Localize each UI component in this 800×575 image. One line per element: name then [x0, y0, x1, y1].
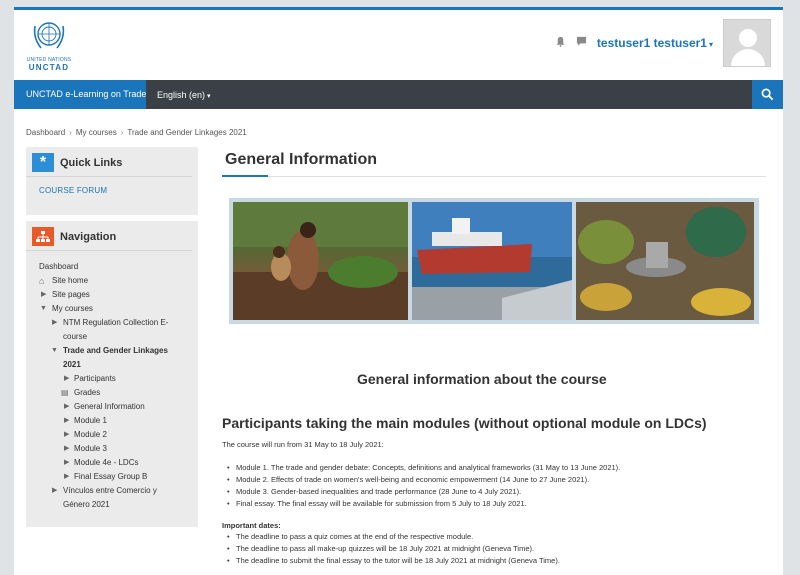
navigation-title: Navigation	[60, 230, 117, 243]
un-emblem-icon	[33, 22, 65, 49]
triangle-right-icon: ▶	[64, 375, 70, 382]
list-item: Module 3. Gender-based inequalities and …	[227, 486, 620, 498]
banner-photo-farmer	[233, 202, 408, 320]
nav-item-current-course-line2[interactable]: 2021	[26, 358, 198, 372]
avatar[interactable]	[723, 19, 771, 67]
list-item: The deadline to pass all make-up quizzes…	[227, 543, 560, 555]
nav-item-vinculos-course[interactable]: ▶ Vínculos entre Comercio y	[26, 484, 198, 498]
nav-item-ntm-course-line2[interactable]: course	[26, 330, 198, 344]
nav-item-dashboard[interactable]: Dashboard	[26, 260, 198, 274]
search-button[interactable]	[752, 80, 783, 109]
asterisk-icon: *	[32, 153, 54, 172]
table-icon: ▤	[61, 388, 69, 397]
nav-item-module-3[interactable]: ▶ Module 3	[26, 442, 198, 456]
page: UNITED NATIONS UNCTAD testuser1 testuser…	[14, 7, 783, 575]
triangle-right-icon: ▶	[64, 417, 70, 424]
site-brand-link[interactable]: UNCTAD e-Learning on Trade	[14, 80, 146, 109]
sitemap-icon	[32, 227, 54, 246]
breadcrumb: Dashboard › My courses › Trade and Gender Li…	[26, 128, 247, 137]
caret-down-icon: ▾	[207, 92, 211, 100]
nav-item-ntm-course[interactable]: ▶ NTM Regulation Collection E-	[26, 316, 198, 330]
nav-item-general-information[interactable]: ▶ General Information	[26, 400, 198, 414]
nav-item-module-4e[interactable]: ▶ Module 4e - LDCs	[26, 456, 198, 470]
subsection-heading: Participants taking the main modules (wi…	[222, 415, 707, 431]
chat-icon[interactable]	[576, 36, 587, 50]
list-item: Module 1. The trade and gender debate: C…	[227, 462, 620, 474]
navbar: UNCTAD e-Learning on Trade English (en) ▾	[14, 80, 783, 109]
quick-links-header: * Quick Links	[26, 147, 192, 177]
navigation-tree: Dashboard ⌂ Site home ▶ Site pages ▼ My cou…	[26, 260, 198, 512]
logo-line-2: UNCTAD	[28, 63, 70, 72]
title-accent-underline	[222, 175, 268, 177]
triangle-right-icon: ▶	[64, 445, 70, 452]
nav-item-current-course[interactable]: ▼ Trade and Gender Linkages	[26, 344, 198, 358]
username: testuser1 testuser1	[596, 36, 707, 50]
language-menu[interactable]: English (en) ▾	[146, 90, 211, 100]
breadcrumb-course[interactable]: Trade and Gender Linkages 2021	[127, 128, 246, 137]
course-dates-intro: The course will run from 31 May to 18 Ju…	[222, 440, 384, 449]
list-item: The deadline to submit the final essay t…	[227, 555, 560, 567]
course-banner	[229, 198, 759, 324]
triangle-right-icon: ▶	[52, 487, 58, 494]
banner-photo-ship	[412, 202, 572, 320]
nav-item-site-pages[interactable]: ▶ Site pages	[26, 288, 198, 302]
course-forum-link[interactable]: COURSE FORUM	[26, 177, 198, 195]
banner-photo-market	[576, 202, 754, 320]
nav-item-module-1[interactable]: ▶ Module 1	[26, 414, 198, 428]
title-divider	[222, 176, 766, 177]
navigation-block: Navigation Dashboard ⌂ Site home ▶ Site pa…	[26, 221, 198, 527]
site-header: UNITED NATIONS UNCTAD testuser1 testuser…	[14, 10, 783, 80]
list-item: Module 2. Effects of trade on women's we…	[227, 474, 620, 486]
triangle-down-icon: ▼	[51, 347, 58, 354]
nav-item-vinculos-course-line2[interactable]: Género 2021	[26, 498, 198, 512]
triangle-right-icon: ▶	[64, 403, 70, 410]
language-label: English (en)	[157, 89, 206, 100]
quick-links-block: * Quick Links COURSE FORUM	[26, 147, 198, 215]
list-item: Final essay. The final essay will be ava…	[227, 498, 620, 510]
chevron-right-icon: ›	[69, 128, 72, 137]
page-title: General Information	[225, 151, 378, 168]
nav-item-my-courses[interactable]: ▼ My courses	[26, 302, 198, 316]
nav-item-grades[interactable]: ▤ Grades	[26, 386, 198, 400]
chevron-right-icon: ›	[120, 128, 124, 137]
nav-item-final-essay[interactable]: ▶ Final Essay Group B	[26, 470, 198, 484]
section-heading: General information about the course	[357, 371, 607, 387]
important-dates-list: The deadline to pass a quiz comes at the…	[227, 531, 560, 567]
quick-links-title: Quick Links	[60, 156, 123, 169]
breadcrumb-dashboard[interactable]: Dashboard	[26, 128, 65, 137]
triangle-right-icon: ▶	[64, 459, 70, 466]
triangle-right-icon: ▶	[41, 291, 47, 298]
nav-item-site-home[interactable]: ⌂ Site home	[26, 274, 198, 288]
triangle-right-icon: ▶	[64, 473, 70, 480]
user-area: testuser1 testuser1 ▾	[555, 18, 771, 68]
triangle-right-icon: ▶	[52, 319, 58, 326]
triangle-right-icon: ▶	[64, 431, 70, 438]
bell-icon[interactable]	[555, 36, 566, 50]
nav-item-module-2[interactable]: ▶ Module 2	[26, 428, 198, 442]
unctad-logo[interactable]: UNITED NATIONS UNCTAD	[26, 16, 72, 72]
user-menu[interactable]: testuser1 testuser1 ▾	[597, 36, 713, 50]
triangle-down-icon: ▼	[40, 305, 47, 312]
search-icon	[761, 88, 774, 101]
important-dates-label: Important dates:	[222, 521, 281, 530]
modules-list: Module 1. The trade and gender debate: C…	[227, 462, 620, 510]
caret-down-icon: ▾	[708, 40, 713, 49]
breadcrumb-my-courses[interactable]: My courses	[76, 128, 117, 137]
home-icon: ⌂	[39, 276, 45, 286]
nav-item-participants[interactable]: ▶ Participants	[26, 372, 198, 386]
navigation-header: Navigation	[26, 221, 192, 251]
list-item: The deadline to pass a quiz comes at the…	[227, 531, 560, 543]
